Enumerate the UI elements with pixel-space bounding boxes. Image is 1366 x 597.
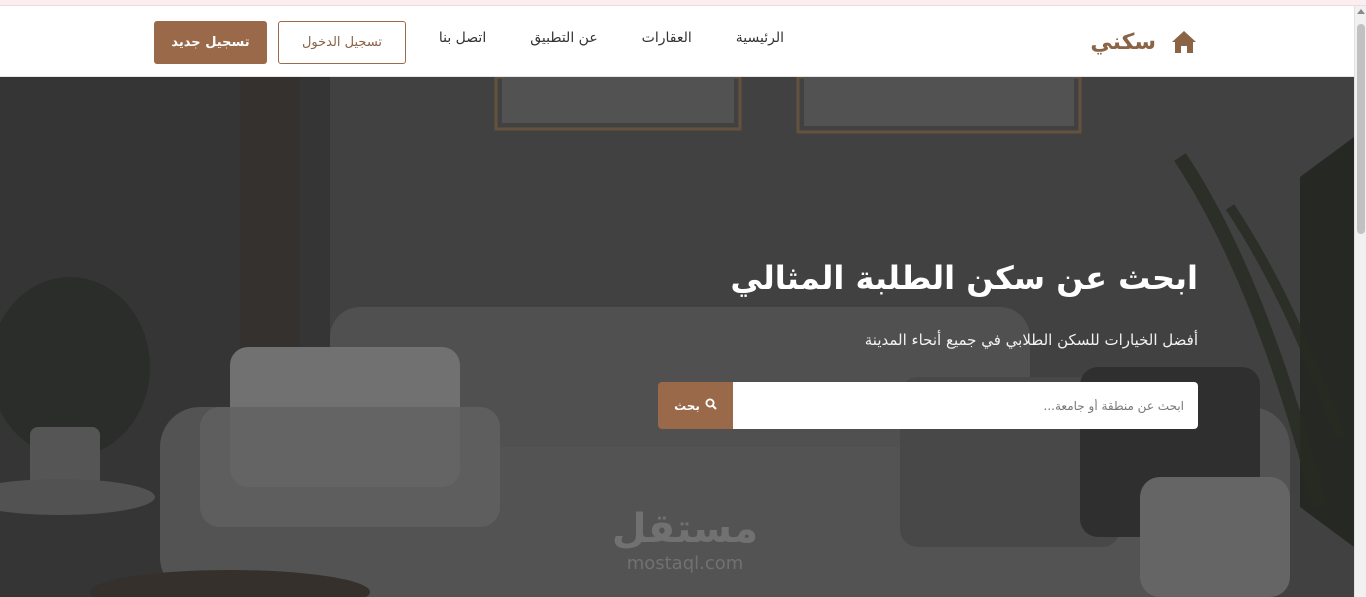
search-bar: بحث [658, 382, 1198, 429]
watermark: مستقل mostaql.com [600, 507, 770, 587]
brand-name: سكني [1090, 29, 1156, 55]
search-button-label: بحث [674, 398, 700, 413]
home-icon [1170, 28, 1198, 56]
hero-subtitle: أفضل الخيارات للسكن الطلابي في جميع أنحا… [864, 331, 1198, 349]
search-button[interactable]: بحث [658, 382, 733, 429]
hero-title: ابحث عن سكن الطلبة المثالي [730, 259, 1198, 297]
navbar: سكني الرئيسية العقارات عن التطبيق اتصل ب… [0, 6, 1354, 77]
register-button[interactable]: تسجيل جديد [154, 21, 267, 64]
search-icon [705, 398, 717, 413]
scroll-thumb[interactable] [1357, 24, 1365, 234]
hero-section: ابحث عن سكن الطلبة المثالي أفضل الخيارات… [0, 77, 1354, 597]
page-scrollbar[interactable] [1354, 6, 1366, 597]
watermark-latin: mostaql.com [626, 553, 744, 574]
scroll-up-arrow-icon[interactable] [1357, 9, 1365, 14]
nav-link-contact[interactable]: اتصل بنا [439, 30, 486, 46]
search-input[interactable] [733, 382, 1198, 429]
main-nav: الرئيسية العقارات عن التطبيق اتصل بنا [439, 30, 784, 46]
watermark-arabic: مستقل [611, 506, 759, 552]
nav-link-about-app[interactable]: عن التطبيق [530, 30, 597, 46]
nav-link-properties[interactable]: العقارات [642, 30, 692, 46]
nav-link-home[interactable]: الرئيسية [736, 30, 784, 46]
login-button[interactable]: تسجيل الدخول [278, 21, 406, 64]
brand[interactable]: سكني [1090, 24, 1198, 60]
